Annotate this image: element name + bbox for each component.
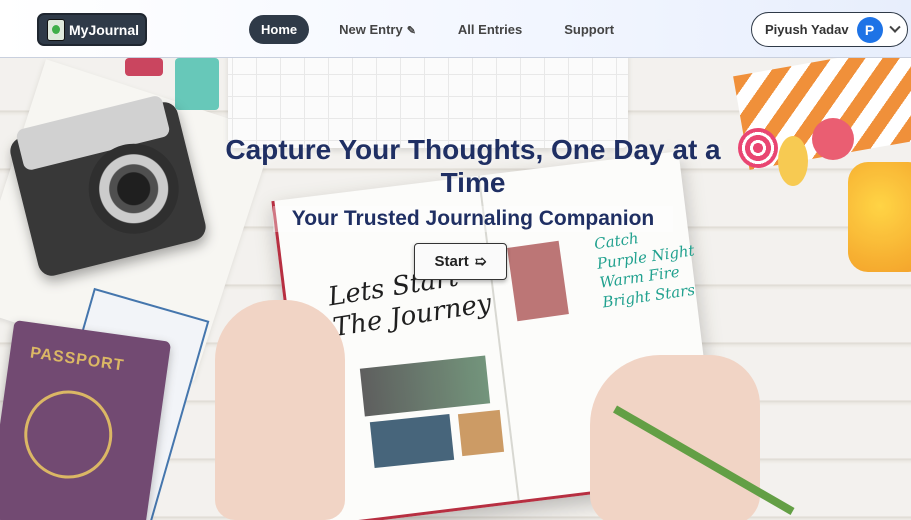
navbar: MyJournal Home New Entry ✎ All Entries Su… — [0, 0, 911, 58]
arrow-right-icon: ➯ — [474, 253, 487, 269]
hero-subtitle: Your Trusted Journaling Companion — [273, 206, 673, 232]
avatar: P — [856, 16, 883, 43]
user-menu-button[interactable]: Piyush Yadav P — [751, 12, 908, 47]
brand-logo-button[interactable]: MyJournal — [37, 13, 147, 46]
brand-name: MyJournal — [69, 21, 140, 38]
nav-item-new-entry-label: New Entry — [339, 21, 403, 37]
nav-item-all-entries[interactable]: All Entries — [446, 15, 534, 44]
nav-item-support[interactable]: Support — [552, 15, 626, 44]
start-button[interactable]: Start ➯ — [414, 243, 507, 280]
chevron-down-icon — [888, 21, 901, 33]
journal-icon — [47, 18, 65, 41]
nav-links: Home New Entry ✎ All Entries Support — [249, 13, 644, 45]
pencil-icon: ✎ — [406, 24, 416, 37]
start-button-label: Start — [434, 253, 469, 270]
nav-item-new-entry[interactable]: New Entry ✎ — [327, 15, 428, 44]
hero-title: Capture Your Thoughts, One Day at a Time — [225, 134, 721, 198]
user-name: Piyush Yadav — [765, 22, 849, 37]
nav-item-home[interactable]: Home — [249, 14, 310, 44]
